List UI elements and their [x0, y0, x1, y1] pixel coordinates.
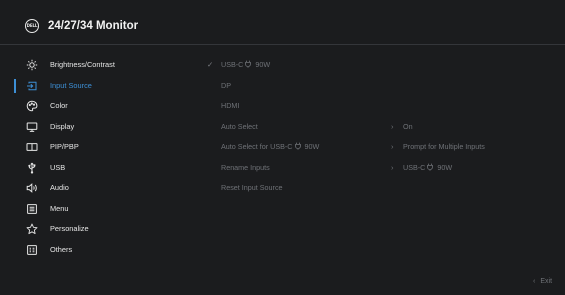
power-delivery-icon — [426, 163, 434, 171]
submenu-item-reset-input-source[interactable]: Reset Input Source — [0, 178, 565, 199]
submenu-item-label: DP — [221, 80, 231, 90]
submenu-item-auto-select[interactable]: Auto Select › On — [0, 117, 565, 138]
others-icon — [26, 244, 38, 256]
chevron-right-icon: › — [391, 142, 394, 151]
menu-item-label: Others — [50, 244, 73, 254]
submenu-item-dp[interactable]: DP — [0, 76, 565, 97]
monitor-osd-window: DELL 24/27/34 Monitor Brightness/Contras… — [0, 0, 565, 295]
osd-header: DELL 24/27/34 Monitor — [0, 0, 565, 44]
submenu-item-label: HDMI — [221, 101, 240, 110]
selected-check-icon: ✓ — [207, 60, 214, 69]
star-icon — [26, 223, 38, 235]
submenu-item-label: USB-C 90W — [221, 60, 271, 69]
submenu-item-usbc-90w[interactable]: ✓ USB-C 90W — [0, 55, 565, 76]
power-delivery-icon — [244, 60, 252, 68]
header-divider — [0, 44, 565, 45]
submenu-item-rename-inputs[interactable]: Rename Inputs › USB-C 90W — [0, 158, 565, 179]
submenu-item-value: On — [403, 121, 413, 131]
menu-icon — [26, 203, 38, 215]
input-source-submenu: ✓ USB-C 90W DP HDMI Auto Select › On Aut… — [0, 55, 565, 199]
submenu-item-label: Reset Input Source — [221, 183, 283, 192]
menu-item-label: Menu — [50, 203, 69, 213]
exit-button[interactable]: ‹ Exit — [533, 277, 552, 287]
chevron-right-icon: › — [391, 121, 394, 131]
submenu-item-label: Rename Inputs — [221, 162, 270, 172]
monitor-title: 24/27/34 Monitor — [48, 20, 139, 32]
submenu-item-auto-select-usbc[interactable]: Auto Select for USB-C 90W › Prompt for M… — [0, 137, 565, 158]
chevron-left-icon: ‹ — [533, 278, 536, 285]
submenu-item-value: USB-C 90W — [403, 162, 453, 172]
menu-item-menu[interactable]: Menu — [0, 199, 205, 220]
exit-label: Exit — [540, 278, 553, 285]
power-delivery-icon — [294, 142, 302, 150]
submenu-item-label: Auto Select — [221, 121, 258, 131]
submenu-item-hdmi[interactable]: HDMI — [0, 96, 565, 117]
submenu-item-label: Auto Select for USB-C 90W — [221, 142, 320, 151]
menu-item-others[interactable]: Others — [0, 240, 205, 261]
submenu-item-value: Prompt for Multiple Inputs — [403, 142, 485, 151]
menu-item-personalize[interactable]: Personalize — [0, 219, 205, 240]
dell-logo: DELL — [25, 19, 39, 33]
menu-item-label: Personalize — [50, 224, 89, 233]
chevron-right-icon: › — [391, 162, 394, 172]
